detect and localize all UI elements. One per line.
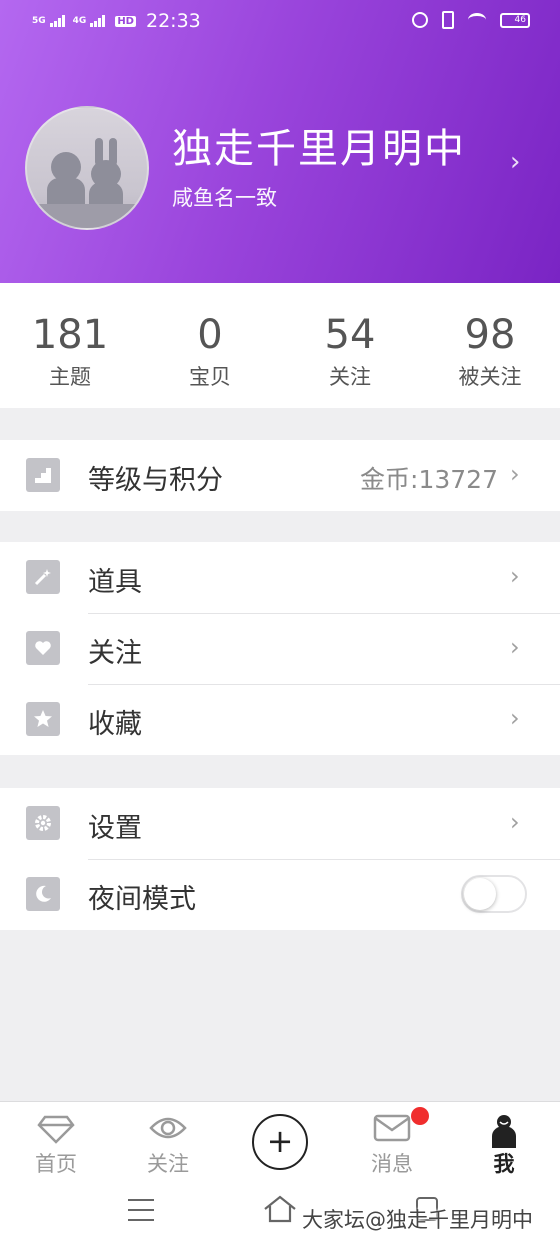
menu-item-props[interactable]: 道具 › <box>0 542 560 613</box>
stat-label: 宝贝 <box>189 365 231 389</box>
vibrate-icon <box>442 11 454 29</box>
menu-item-favorites[interactable]: 收藏 › <box>0 684 560 755</box>
network-5g-label: 5G <box>32 15 46 26</box>
stat-following[interactable]: 54 关注 <box>280 283 420 408</box>
menu-label: 夜间模式 <box>88 884 196 915</box>
menu-item-level[interactable]: 等级与积分 金币:13727 › <box>0 440 560 511</box>
tab-create[interactable]: + <box>224 1102 336 1181</box>
tab-home[interactable]: 首页 <box>0 1102 112 1181</box>
unread-badge <box>411 1107 429 1125</box>
tab-messages[interactable]: 消息 <box>336 1102 448 1181</box>
stat-value: 0 <box>197 312 223 358</box>
mail-icon <box>373 1114 411 1146</box>
gear-icon <box>26 806 60 840</box>
stat-value: 54 <box>324 312 376 358</box>
chevron-right-icon: › <box>510 808 520 836</box>
stat-value: 98 <box>464 312 516 358</box>
bottom-tab-bar: 首页 关注 + 消息 我 <box>0 1101 560 1181</box>
tab-label: 我 <box>493 1152 515 1176</box>
magic-wand-icon <box>26 560 60 594</box>
stat-value: 181 <box>31 312 109 358</box>
star-icon <box>26 702 60 736</box>
tab-label: 首页 <box>35 1152 77 1176</box>
menu-group-level: 等级与积分 金币:13727 › <box>0 440 560 511</box>
stairs-icon <box>26 458 60 492</box>
watermark: 大家坛@独走千里月明中 <box>302 1208 533 1232</box>
tab-label: 消息 <box>371 1152 413 1176</box>
stat-items[interactable]: 0 宝贝 <box>140 283 280 408</box>
chevron-right-icon[interactable]: › <box>510 149 534 175</box>
stat-followers[interactable]: 98 被关注 <box>420 283 560 408</box>
battery-icon: 46 <box>500 12 530 28</box>
home-icon[interactable] <box>263 1195 297 1223</box>
tab-follow[interactable]: 关注 <box>112 1102 224 1181</box>
menu-label: 道具 <box>88 567 142 598</box>
status-time: 22:33 <box>145 10 201 32</box>
chevron-right-icon: › <box>510 704 520 732</box>
status-bar: 5G 4G HD 22:33 46 <box>0 0 560 44</box>
menu-group-main: 道具 › 关注 › 收藏 › <box>0 542 560 755</box>
signal-icon <box>90 15 106 27</box>
stat-label: 被关注 <box>458 365 522 389</box>
menu-item-follow[interactable]: 关注 › <box>0 613 560 684</box>
stat-label: 关注 <box>329 365 371 389</box>
network-4g-label: 4G <box>72 15 87 26</box>
menu-label: 设置 <box>88 813 142 844</box>
menu-group-settings: 设置 › 夜间模式 <box>0 788 560 930</box>
eye-icon <box>149 1114 187 1146</box>
avatar[interactable] <box>25 106 149 230</box>
signal-icon <box>49 15 65 27</box>
signature: 咸鱼名一致 <box>172 186 277 210</box>
diamond-icon <box>37 1114 75 1148</box>
menu-item-settings[interactable]: 设置 › <box>0 788 560 859</box>
tab-label: 关注 <box>147 1152 189 1176</box>
stat-label: 主题 <box>49 365 91 389</box>
person-icon <box>491 1114 517 1152</box>
chevron-right-icon: › <box>510 460 520 488</box>
night-mode-toggle[interactable] <box>461 875 527 913</box>
toggle-knob[interactable] <box>464 878 496 910</box>
menu-label: 收藏 <box>88 709 142 740</box>
hd-badge: HD <box>115 15 136 27</box>
stat-topics[interactable]: 181 主题 <box>0 283 140 408</box>
moon-icon <box>26 877 60 911</box>
menu-icon[interactable] <box>128 1199 154 1221</box>
username[interactable]: 独走千里月明中 <box>172 116 466 174</box>
stats-bar: 181 主题 0 宝贝 54 关注 98 被关注 <box>0 283 560 408</box>
menu-item-night-mode: 夜间模式 <box>0 859 560 930</box>
profile-header: 5G 4G HD 22:33 46 独走千里月明中 咸鱼名一致 › <box>0 0 560 283</box>
chevron-right-icon: › <box>510 562 520 590</box>
tab-me[interactable]: 我 <box>448 1102 560 1181</box>
menu-label: 等级与积分 <box>88 465 223 496</box>
wifi-icon <box>468 13 486 27</box>
alarm-icon <box>412 12 428 28</box>
menu-label: 关注 <box>88 638 142 669</box>
chevron-right-icon: › <box>510 633 520 661</box>
plus-icon[interactable]: + <box>252 1114 308 1170</box>
heart-icon <box>26 631 60 665</box>
coins-value: 金币:13727 <box>360 465 498 494</box>
